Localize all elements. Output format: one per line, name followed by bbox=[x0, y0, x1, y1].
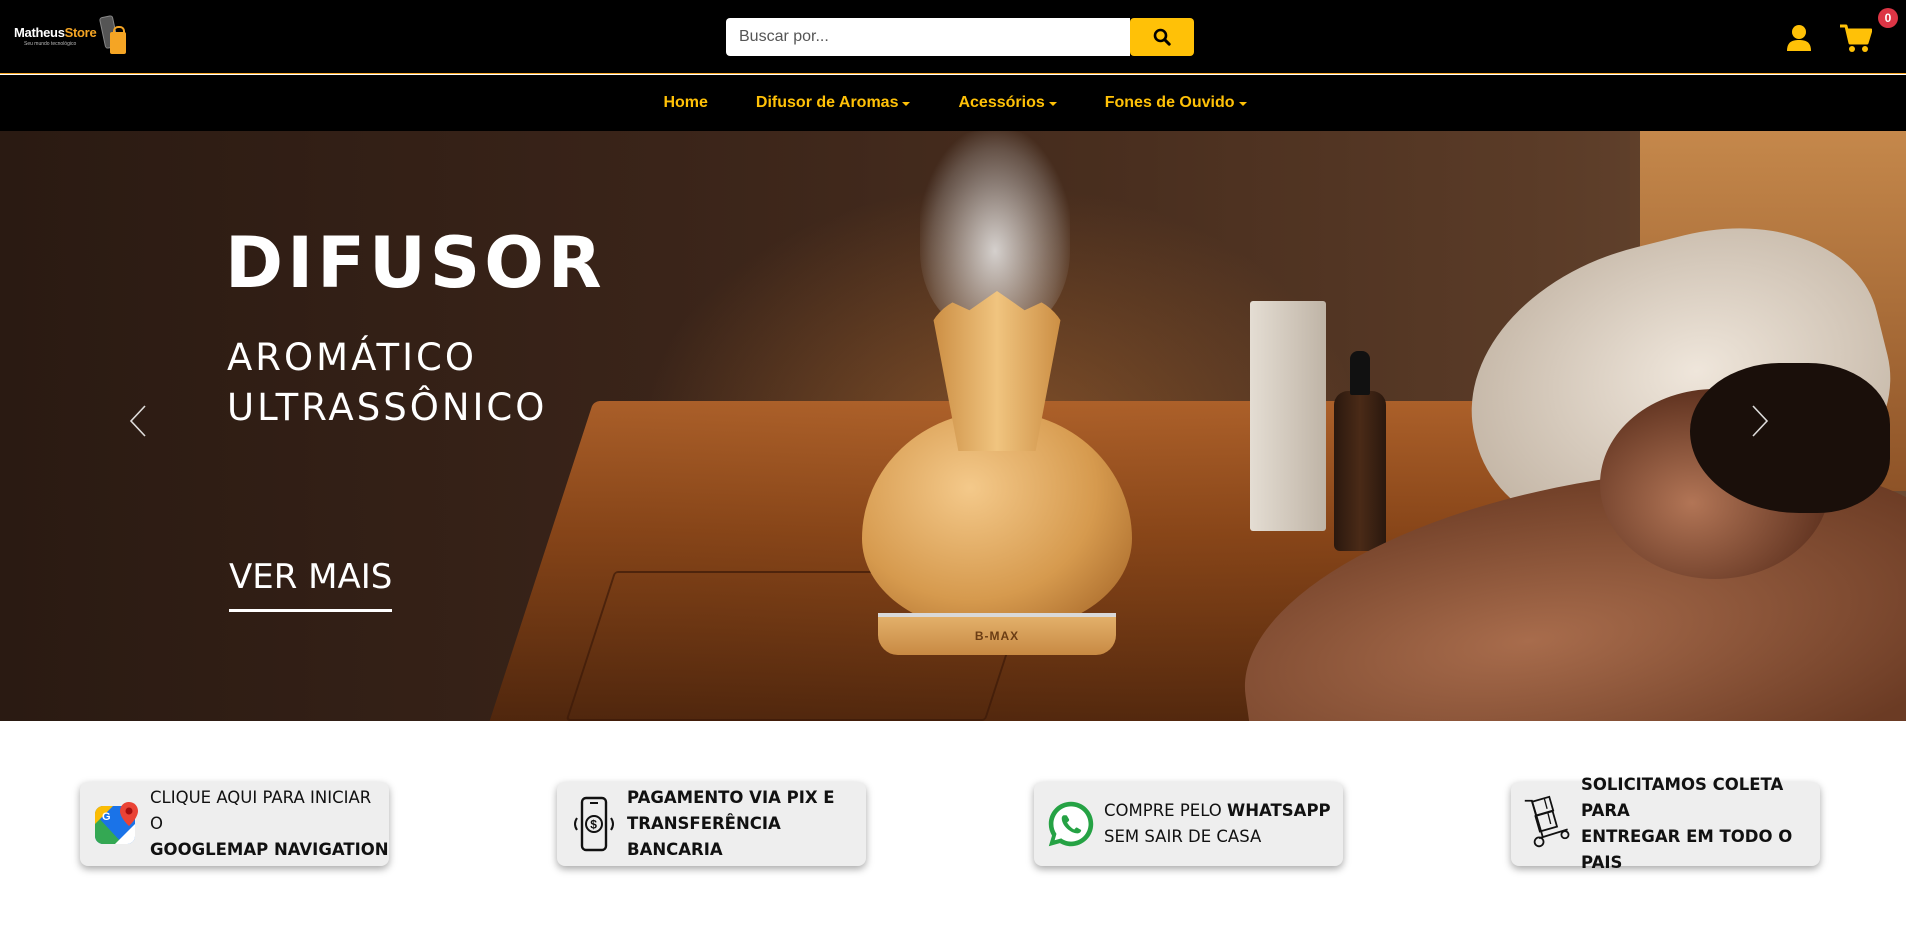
store-logo[interactable]: MatheusStore Seu mundo tecnológico bbox=[14, 12, 130, 60]
chevron-right-icon bbox=[1752, 405, 1769, 437]
nav-item-label: Home bbox=[663, 94, 708, 111]
nav-item-fones-de-ouvido[interactable]: Fones de Ouvido bbox=[1081, 94, 1271, 112]
product-brand-label: B-MAX bbox=[974, 629, 1020, 643]
search-input[interactable] bbox=[726, 18, 1130, 56]
search-button[interactable] bbox=[1130, 18, 1194, 56]
feature-card-whatsapp[interactable]: COMPRE PELO WHATSAPP SEM SAIR DE CASA bbox=[1034, 782, 1343, 866]
nav-item-difusor-de-aromas[interactable]: Difusor de Aromas bbox=[732, 94, 935, 112]
main-navigation: Home Difusor de Aromas Acessórios Fones … bbox=[0, 75, 1906, 131]
carousel-next-button[interactable] bbox=[1740, 401, 1780, 441]
logo-name-part2: Store bbox=[64, 25, 97, 40]
logo-mark-icon bbox=[98, 14, 128, 58]
logo-name-part1: Matheus bbox=[14, 25, 65, 40]
feature-line1: SOLICITAMOS COLETA PARA bbox=[1581, 775, 1784, 820]
logo-tagline: Seu mundo tecnológico bbox=[24, 41, 77, 47]
feature-card-google-maps[interactable]: G CLIQUE AQUI PARA INICIAR O GOOGLEMAP N… bbox=[80, 782, 389, 866]
pix-payment-icon: $ bbox=[569, 796, 619, 852]
nav-item-label: Fones de Ouvido bbox=[1104, 94, 1235, 111]
nav-item-home[interactable]: Home bbox=[639, 94, 731, 112]
whatsapp-icon bbox=[1046, 798, 1096, 850]
feature-line2: TRANSFERÊNCIA BANCARIA bbox=[627, 814, 781, 859]
svg-text:G: G bbox=[102, 811, 111, 823]
dropdown-caret-icon bbox=[1048, 102, 1057, 106]
google-maps-icon: G bbox=[92, 798, 142, 850]
features-section: G CLIQUE AQUI PARA INICIAR O GOOGLEMAP N… bbox=[0, 721, 1906, 932]
hero-title: DIFUSOR bbox=[225, 222, 606, 304]
logo-text: MatheusStore Seu mundo tecnológico bbox=[14, 25, 97, 47]
nav-item-label: Difusor de Aromas bbox=[755, 94, 899, 111]
feature-line2: GOOGLEMAP NAVIGATION bbox=[150, 840, 389, 859]
feature-line1: CLIQUE AQUI PARA INICIAR O bbox=[150, 788, 372, 833]
delivery-cart-icon bbox=[1523, 795, 1573, 850]
top-header: MatheusStore Seu mundo tecnológico 0 bbox=[0, 0, 1906, 74]
chevron-left-icon bbox=[129, 405, 146, 437]
dropdown-caret-icon bbox=[902, 102, 911, 106]
hero-subtitle: AROMÁTICO ULTRASSÔNICO bbox=[227, 336, 548, 429]
search-bar bbox=[726, 18, 1194, 56]
feature-line1: PAGAMENTO VIA PIX E bbox=[627, 788, 835, 807]
shopping-cart-icon[interactable] bbox=[1840, 24, 1872, 54]
feature-line1-whatsapp: WHATSAPP bbox=[1227, 801, 1331, 820]
hero-carousel: B-MAX DIFUSOR AROMÁTICO ULTRASSÔNICO VER… bbox=[0, 131, 1906, 721]
search-icon bbox=[1153, 28, 1171, 46]
feature-line2: SEM SAIR DE CASA bbox=[1104, 827, 1262, 846]
feature-line1: COMPRE PELO bbox=[1104, 801, 1228, 820]
logo-name: MatheusStore bbox=[14, 25, 97, 40]
svg-text:$: $ bbox=[590, 818, 597, 832]
aroma-diffuser-image: B-MAX bbox=[862, 291, 1132, 661]
hero-ver-mais-button[interactable]: VER MAIS bbox=[229, 555, 393, 612]
nav-item-acessorios[interactable]: Acessórios bbox=[934, 94, 1080, 112]
feature-line2: ENTREGAR EM TODO O PAIS bbox=[1581, 827, 1793, 872]
feature-card-pix-payment[interactable]: $ PAGAMENTO VIA PIX E TRANSFERÊNCIA BANC… bbox=[557, 782, 866, 866]
dropdown-caret-icon bbox=[1238, 102, 1247, 106]
feature-card-delivery[interactable]: SOLICITAMOS COLETA PARA ENTREGAR EM TODO… bbox=[1511, 775, 1820, 872]
cart-count-badge: 0 bbox=[1878, 8, 1898, 28]
carousel-prev-button[interactable] bbox=[118, 401, 158, 441]
nav-item-label: Acessórios bbox=[958, 94, 1045, 111]
user-account-icon[interactable] bbox=[1786, 24, 1812, 52]
